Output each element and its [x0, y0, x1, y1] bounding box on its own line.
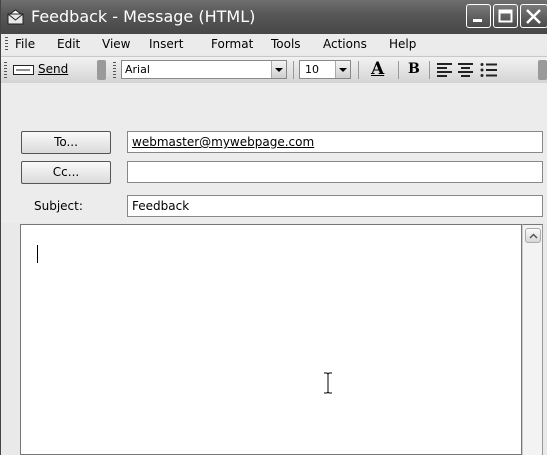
- message-header: To... webmaster@mywebpage.com Cc... Subj…: [1, 83, 547, 223]
- bullets-icon[interactable]: [480, 63, 498, 77]
- toolbar-separator: [293, 61, 294, 79]
- toolbar-separator: [358, 61, 359, 79]
- chevron-up-icon: [529, 233, 538, 239]
- subject-label: Subject:: [34, 199, 83, 213]
- formatting-toolbar: Send Arial 10 A B: [1, 56, 547, 84]
- subject-field[interactable]: Feedback: [127, 195, 543, 217]
- menu-insert[interactable]: Insert: [149, 37, 183, 51]
- maximize-button[interactable]: [493, 4, 518, 28]
- message-body[interactable]: [20, 224, 522, 455]
- toolbar-overflow-chevron[interactable]: [97, 60, 106, 80]
- message-window: Feedback - Message (HTML) File Edit View…: [0, 0, 547, 455]
- toolbar-overflow-chevron[interactable]: [538, 60, 547, 80]
- envelope-icon: [7, 9, 24, 25]
- font-name-value: Arial: [125, 63, 150, 76]
- align-center-icon[interactable]: [458, 63, 474, 77]
- cc-button[interactable]: Cc...: [21, 161, 111, 184]
- menu-grip[interactable]: [5, 37, 8, 51]
- minimize-button[interactable]: [466, 4, 491, 28]
- close-button[interactable]: [520, 4, 547, 28]
- menu-bar: File Edit View Insert Format Tools Actio…: [1, 34, 547, 54]
- font-color-button[interactable]: A: [365, 59, 391, 81]
- send-icon: [13, 65, 34, 75]
- font-size-value: 10: [305, 63, 319, 76]
- text-caret: [37, 245, 38, 263]
- font-name-select[interactable]: Arial: [121, 60, 287, 79]
- send-button[interactable]: Send: [11, 60, 85, 80]
- menu-help[interactable]: Help: [389, 37, 416, 51]
- menu-actions[interactable]: Actions: [323, 37, 367, 51]
- toolbar-grip[interactable]: [4, 62, 7, 78]
- menu-tools[interactable]: Tools: [271, 37, 301, 51]
- vertical-scrollbar[interactable]: [522, 224, 543, 455]
- toolbar-separator: [398, 61, 399, 79]
- ibeam-cursor-icon: [324, 372, 332, 394]
- menu-file[interactable]: File: [15, 37, 35, 51]
- window-title: Feedback - Message (HTML): [31, 7, 256, 26]
- font-name-dropdown-icon[interactable]: [271, 61, 286, 78]
- maximize-icon: [498, 9, 513, 23]
- to-field[interactable]: webmaster@mywebpage.com: [127, 131, 543, 153]
- menu-format[interactable]: Format: [211, 37, 253, 51]
- toolbar-separator: [429, 61, 430, 79]
- toolbar2-grip[interactable]: [113, 62, 116, 78]
- title-bar[interactable]: Feedback - Message (HTML): [1, 0, 547, 34]
- bold-icon: B: [408, 61, 420, 77]
- menu-edit[interactable]: Edit: [57, 37, 80, 51]
- close-icon: [526, 9, 541, 24]
- to-button[interactable]: To...: [21, 131, 111, 154]
- bold-button[interactable]: B: [403, 59, 425, 81]
- cc-field[interactable]: [127, 161, 543, 183]
- menu-view[interactable]: View: [102, 37, 130, 51]
- scroll-up-button[interactable]: [525, 228, 541, 243]
- font-size-select[interactable]: 10: [299, 60, 351, 79]
- align-left-icon[interactable]: [437, 63, 453, 77]
- send-label: Send: [38, 62, 69, 76]
- font-size-dropdown-icon[interactable]: [335, 61, 350, 78]
- font-color-icon: A: [371, 59, 385, 79]
- minimize-icon: [473, 19, 482, 22]
